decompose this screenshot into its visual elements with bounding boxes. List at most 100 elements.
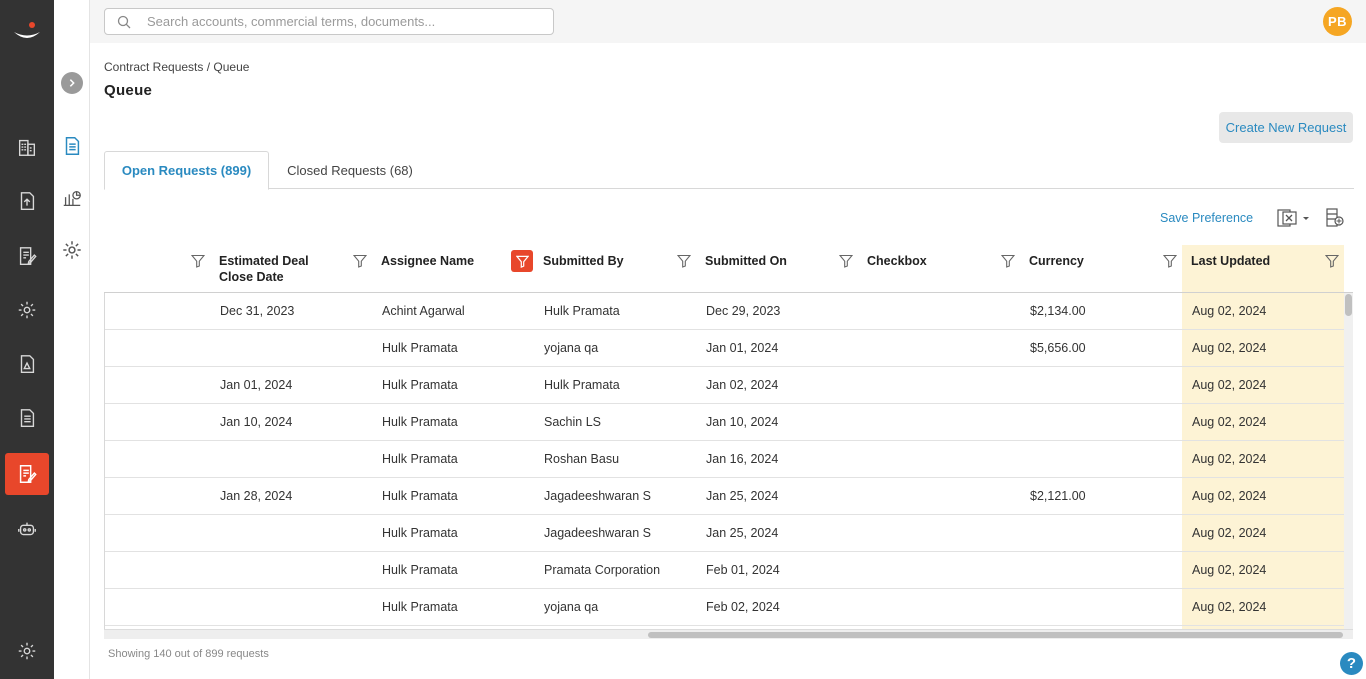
filter-icon[interactable]	[190, 254, 206, 268]
cell-currency: $2,121.00	[1030, 489, 1086, 503]
sub-nav-reports-icon[interactable]	[60, 186, 84, 210]
results-count: Showing 140 out of 899 requests	[108, 648, 269, 660]
cell-submitted-by: Jagadeeshwaran S	[544, 526, 652, 540]
breadcrumb: Contract Requests / Queue	[104, 60, 250, 74]
cell-submitted-on: Jan 10, 2024	[706, 415, 779, 429]
column-header-checkbox[interactable]: Checkbox	[867, 245, 987, 293]
export-excel-icon[interactable]	[1277, 208, 1311, 228]
create-new-request-button[interactable]: Create New Request	[1219, 112, 1353, 143]
nav-pdf-document-icon[interactable]	[5, 343, 49, 385]
cell-last-updated: Aug 02, 2024	[1192, 526, 1267, 540]
nav-edit-document-icon[interactable]	[5, 235, 49, 277]
nav-contract-requests-icon[interactable]	[5, 453, 49, 495]
cell-assignee: Hulk Pramata	[382, 452, 458, 466]
table-row[interactable]: Hulk Pramata yojana qa Feb 02, 2024 Aug …	[105, 589, 1344, 626]
cell-last-updated: Aug 02, 2024	[1192, 304, 1267, 318]
nav-accounts-icon[interactable]	[5, 126, 49, 168]
cell-submitted-by: Sachin LS	[544, 415, 601, 429]
tab-open-requests[interactable]: Open Requests (899)	[104, 151, 269, 190]
column-header-assignee-name[interactable]: Assignee Name	[381, 245, 501, 293]
nav-document-list-icon[interactable]	[5, 397, 49, 439]
cell-submitted-on: Jan 16, 2024	[706, 452, 779, 466]
cell-submitted-by: Hulk Pramata	[544, 378, 620, 392]
cell-assignee: Achint Agarwal	[382, 304, 465, 318]
help-icon[interactable]: ?	[1340, 652, 1363, 675]
column-header-submitted-by[interactable]: Submitted By	[543, 245, 663, 293]
secondary-nav-rail	[54, 0, 90, 679]
table-row[interactable]: Hulk Pramata Pramata Corporation Feb 01,…	[105, 552, 1344, 589]
filter-icon[interactable]	[838, 254, 854, 268]
search-icon	[117, 15, 131, 29]
nav-upload-icon[interactable]	[5, 180, 49, 222]
cell-submitted-by: yojana qa	[544, 600, 599, 614]
filter-active-icon[interactable]	[511, 250, 533, 272]
sub-nav-queue-icon[interactable]	[60, 134, 84, 158]
table-row[interactable]: Jan 10, 2024 Hulk Pramata Sachin LS Jan …	[105, 404, 1344, 441]
cell-last-updated: Aug 02, 2024	[1192, 378, 1267, 392]
cell-last-updated: Aug 02, 2024	[1192, 600, 1267, 614]
app-logo[interactable]	[11, 18, 43, 50]
tab-closed-requests[interactable]: Closed Requests (68)	[274, 151, 426, 189]
cell-assignee: Hulk Pramata	[382, 526, 458, 540]
filter-icon[interactable]	[1000, 254, 1016, 268]
cell-submitted-by: Roshan Basu	[544, 452, 620, 466]
table-row[interactable]: Hulk Pramata Jagadeeshwaran S Jan 25, 20…	[105, 515, 1344, 552]
top-bar: PB	[90, 0, 1366, 43]
expand-sidebar-chevron-icon[interactable]	[61, 72, 83, 94]
cell-last-updated: Aug 02, 2024	[1192, 341, 1267, 355]
sub-nav-settings-icon[interactable]	[60, 238, 84, 262]
cell-close-date: Jan 01, 2024	[220, 378, 293, 392]
cell-submitted-by: yojana qa	[544, 341, 599, 355]
cell-assignee: Hulk Pramata	[382, 600, 458, 614]
column-header-estimated-deal-close-date[interactable]: Estimated Deal Close Date	[219, 245, 344, 293]
cell-assignee: Hulk Pramata	[382, 378, 458, 392]
cell-submitted-on: Dec 29, 2023	[706, 304, 781, 318]
cell-assignee: Hulk Pramata	[382, 341, 458, 355]
main-nav-rail	[0, 0, 54, 679]
horizontal-scrollbar[interactable]	[104, 629, 1353, 639]
grid-body: Dec 31, 2023 Achint Agarwal Hulk Pramata…	[104, 293, 1344, 629]
cell-close-date: Jan 10, 2024	[220, 415, 293, 429]
horizontal-scrollbar-thumb[interactable]	[648, 632, 1343, 638]
table-row[interactable]: Jan 01, 2024 Hulk Pramata Hulk Pramata J…	[105, 367, 1344, 404]
cell-close-date: Jan 28, 2024	[220, 489, 293, 503]
filter-icon[interactable]	[1162, 254, 1178, 268]
cell-assignee: Hulk Pramata	[382, 489, 458, 503]
cell-submitted-on: Jan 01, 2024	[706, 341, 779, 355]
cell-assignee: Hulk Pramata	[382, 563, 458, 577]
filter-icon[interactable]	[1324, 254, 1340, 268]
cell-submitted-on: Jan 25, 2024	[706, 489, 779, 503]
column-header-submitted-on[interactable]: Submitted On	[705, 245, 825, 293]
column-settings-icon[interactable]	[1326, 208, 1344, 228]
cell-close-date: Dec 31, 2023	[220, 304, 295, 318]
cell-submitted-on: Feb 02, 2024	[706, 600, 780, 614]
nav-settings-icon[interactable]	[5, 289, 49, 331]
nav-bot-icon[interactable]	[5, 508, 49, 550]
cell-submitted-on: Jan 25, 2024	[706, 526, 779, 540]
vertical-scrollbar-thumb[interactable]	[1345, 294, 1352, 316]
filter-icon[interactable]	[676, 254, 692, 268]
page-title: Queue	[104, 82, 153, 99]
cell-last-updated: Aug 02, 2024	[1192, 452, 1267, 466]
column-header-last-updated[interactable]: Last Updated	[1191, 245, 1311, 293]
grid-header: Estimated Deal Close Date Assignee Name …	[104, 245, 1353, 293]
table-row[interactable]: Hulk Pramata Roshan Basu Jan 16, 2024 Au…	[105, 441, 1344, 478]
column-header-currency[interactable]: Currency	[1029, 245, 1149, 293]
vertical-scrollbar[interactable]	[1344, 293, 1353, 629]
requests-grid: Estimated Deal Close Date Assignee Name …	[104, 245, 1353, 639]
cell-currency: $5,656.00	[1030, 341, 1086, 355]
save-preference-link[interactable]: Save Preference	[1160, 211, 1253, 225]
global-search	[104, 8, 554, 35]
table-row[interactable]: Jan 28, 2024 Hulk Pramata Jagadeeshwaran…	[105, 478, 1344, 515]
table-row[interactable]: Hulk Pramata yojana qa Jan 01, 2024 $5,6…	[105, 330, 1344, 367]
cell-submitted-on: Jan 02, 2024	[706, 378, 779, 392]
user-avatar[interactable]: PB	[1323, 7, 1352, 36]
nav-admin-settings-icon[interactable]	[5, 630, 49, 672]
filter-icon[interactable]	[352, 254, 368, 268]
search-input[interactable]	[147, 14, 547, 29]
cell-submitted-by: Pramata Corporation	[544, 563, 661, 577]
request-tabs: Open Requests (899) Closed Requests (68)	[104, 151, 1354, 190]
table-row[interactable]: Dec 31, 2023 Achint Agarwal Hulk Pramata…	[105, 293, 1344, 330]
cell-submitted-by: Hulk Pramata	[544, 304, 620, 318]
cell-last-updated: Aug 02, 2024	[1192, 489, 1267, 503]
